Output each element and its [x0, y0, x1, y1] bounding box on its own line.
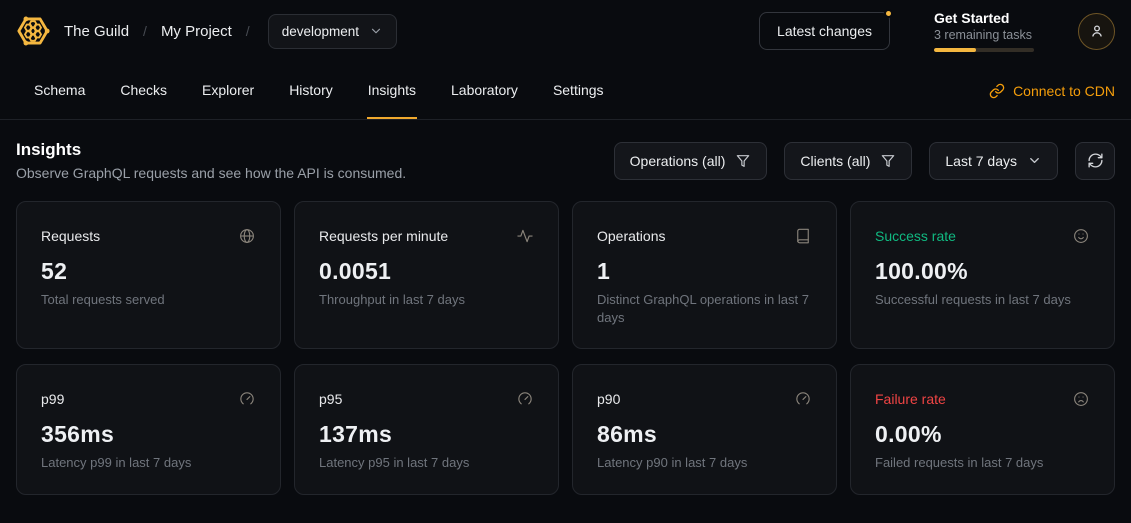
- card-title: Operations: [597, 228, 665, 244]
- card-description: Throughput in last 7 days: [319, 291, 534, 309]
- tab-history[interactable]: History: [288, 62, 334, 119]
- globe-icon: [238, 227, 256, 245]
- tab-schema[interactable]: Schema: [33, 62, 86, 119]
- date-range-dropdown[interactable]: Last 7 days: [929, 142, 1058, 180]
- operations-filter-button[interactable]: Operations (all): [614, 142, 768, 180]
- connect-to-cdn-link[interactable]: Connect to CDN: [989, 62, 1115, 119]
- card-description: Distinct GraphQL operations in last 7 da…: [597, 291, 812, 326]
- get-started-progress-fill: [934, 48, 976, 52]
- stat-card-success-rate: Success rate 100.00% Successful requests…: [850, 201, 1115, 349]
- card-value: 0.00%: [875, 421, 1090, 448]
- card-value: 1: [597, 258, 812, 285]
- activity-icon: [516, 227, 534, 245]
- book-icon: [794, 227, 812, 245]
- breadcrumb-separator: /: [246, 23, 250, 39]
- refresh-button[interactable]: [1075, 142, 1115, 180]
- stat-card-p99: p99 356ms Latency p99 in last 7 days: [16, 364, 281, 495]
- card-title: Success rate: [875, 228, 956, 244]
- card-title: Requests per minute: [319, 228, 448, 244]
- card-description: Latency p99 in last 7 days: [41, 454, 256, 472]
- breadcrumb-separator: /: [143, 23, 147, 39]
- latest-changes-label: Latest changes: [777, 23, 872, 39]
- target-selector-value: development: [282, 24, 359, 39]
- stats-grid: Requests 52 Total requests served Reques…: [16, 201, 1115, 495]
- project-navbar: Schema Checks Explorer History Insights …: [0, 62, 1131, 120]
- chevron-down-icon: [369, 24, 383, 38]
- page-title-block: Insights Observe GraphQL requests and se…: [16, 140, 406, 181]
- stat-card-operations: Operations 1 Distinct GraphQL operations…: [572, 201, 837, 349]
- user-avatar[interactable]: [1078, 13, 1115, 50]
- card-title: p90: [597, 391, 620, 407]
- gauge-icon: [794, 390, 812, 408]
- card-title: p99: [41, 391, 64, 407]
- gauge-icon: [516, 390, 534, 408]
- latest-changes-button[interactable]: Latest changes: [759, 12, 890, 50]
- card-title: Failure rate: [875, 391, 946, 407]
- card-value: 356ms: [41, 421, 256, 448]
- user-icon: [1088, 22, 1106, 40]
- get-started-subtitle: 3 remaining tasks: [934, 28, 1034, 42]
- breadcrumb: The Guild / My Project /: [64, 23, 250, 40]
- get-started-progress-track: [934, 48, 1034, 52]
- card-value: 137ms: [319, 421, 534, 448]
- filter-funnel-icon: [735, 153, 751, 169]
- card-title: Requests: [41, 228, 100, 244]
- tab-settings[interactable]: Settings: [552, 62, 605, 119]
- stat-card-failure-rate: Failure rate 0.00% Failed requests in la…: [850, 364, 1115, 495]
- gauge-icon: [238, 390, 256, 408]
- chevron-down-icon: [1027, 153, 1042, 168]
- link-icon: [989, 83, 1005, 99]
- clients-filter-label: Clients (all): [800, 153, 870, 169]
- notification-dot: [884, 9, 893, 18]
- card-description: Latency p95 in last 7 days: [319, 454, 534, 472]
- card-description: Latency p90 in last 7 days: [597, 454, 812, 472]
- card-value: 52: [41, 258, 256, 285]
- refresh-icon: [1087, 152, 1104, 169]
- stat-card-p95: p95 137ms Latency p95 in last 7 days: [294, 364, 559, 495]
- page-subtitle: Observe GraphQL requests and see how the…: [16, 165, 406, 181]
- target-selector-dropdown[interactable]: development: [268, 14, 397, 49]
- breadcrumb-project[interactable]: My Project: [161, 23, 232, 40]
- connect-to-cdn-label: Connect to CDN: [1013, 83, 1115, 99]
- date-range-label: Last 7 days: [945, 153, 1017, 169]
- tab-checks[interactable]: Checks: [119, 62, 168, 119]
- page-title: Insights: [16, 140, 406, 160]
- insights-page: Insights Observe GraphQL requests and se…: [0, 120, 1131, 515]
- nav-tabs: Schema Checks Explorer History Insights …: [16, 62, 605, 119]
- frown-icon: [1072, 390, 1090, 408]
- get-started-widget[interactable]: Get Started 3 remaining tasks: [934, 10, 1034, 53]
- filter-funnel-icon: [880, 153, 896, 169]
- stat-card-requests: Requests 52 Total requests served: [16, 201, 281, 349]
- breadcrumb-org[interactable]: The Guild: [64, 23, 129, 40]
- tab-explorer[interactable]: Explorer: [201, 62, 255, 119]
- card-description: Failed requests in last 7 days: [875, 454, 1090, 472]
- clients-filter-button[interactable]: Clients (all): [784, 142, 912, 180]
- card-value: 100.00%: [875, 258, 1090, 285]
- guild-hive-logo-icon[interactable]: [16, 14, 50, 48]
- card-description: Total requests served: [41, 291, 256, 309]
- tab-laboratory[interactable]: Laboratory: [450, 62, 519, 119]
- card-value: 86ms: [597, 421, 812, 448]
- tab-insights[interactable]: Insights: [367, 62, 417, 119]
- operations-filter-label: Operations (all): [630, 153, 726, 169]
- card-value: 0.0051: [319, 258, 534, 285]
- card-title: p95: [319, 391, 342, 407]
- smile-icon: [1072, 227, 1090, 245]
- filters-toolbar: Operations (all) Clients (all) Last 7 da…: [614, 142, 1115, 180]
- stat-card-p90: p90 86ms Latency p90 in last 7 days: [572, 364, 837, 495]
- stat-card-requests-per-minute: Requests per minute 0.0051 Throughput in…: [294, 201, 559, 349]
- card-description: Successful requests in last 7 days: [875, 291, 1090, 309]
- top-header: The Guild / My Project / development Lat…: [0, 0, 1131, 62]
- get-started-title: Get Started: [934, 10, 1034, 28]
